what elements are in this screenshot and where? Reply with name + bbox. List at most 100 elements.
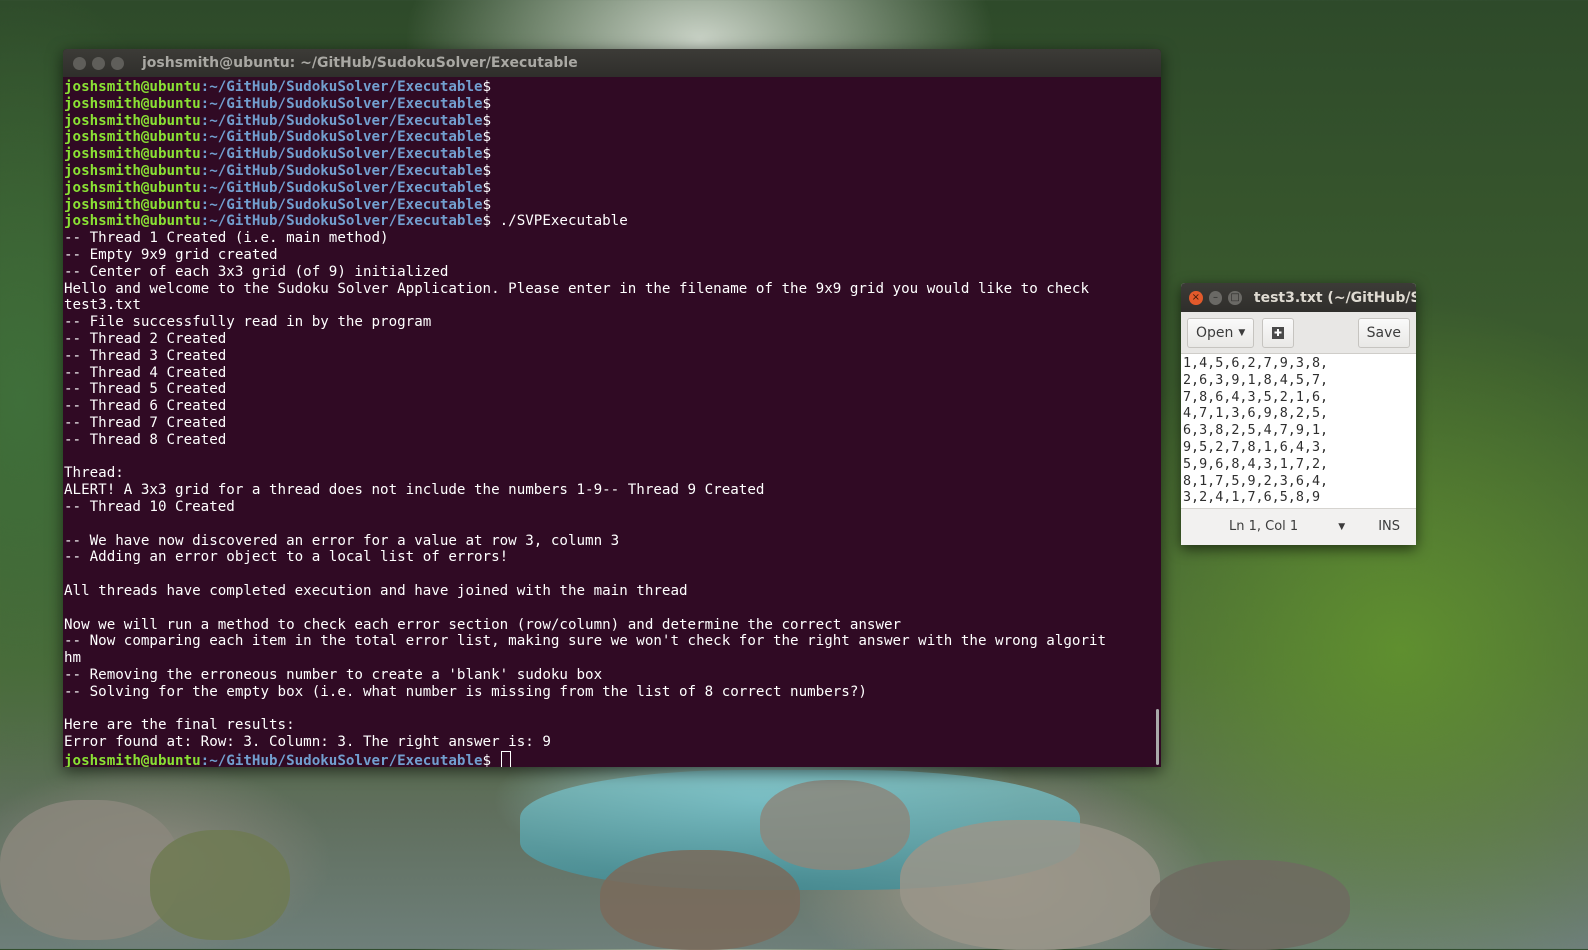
prompt-path: :~/GitHub/SudokuSolver/Executable [200,146,483,163]
terminal-output-line: -- We have now discovered an error for a… [64,532,620,549]
prompt-symbol: $ [482,752,492,767]
prompt-symbol: $ [482,112,492,129]
gedit-text-area[interactable]: 1,4,5,6,2,7,9,3,8, 2,6,3,9,1,8,4,5,7, 7,8,… [1181,354,1416,508]
text-line: 2,6,3,9,1,8,4,5,7, [1183,372,1329,388]
terminal-output-line: Error found at: Row: 3. Column: 3. The r… [64,734,551,751]
close-icon[interactable]: × [1189,290,1203,305]
chevron-down-icon[interactable]: ▼ [1338,522,1345,532]
terminal-output-line: Hello and welcome to the Sudoku Solver A… [64,280,1089,297]
prompt-user: joshsmith@ubuntu [64,79,201,95]
text-line: 1,4,5,6,2,7,9,3,8, [1183,356,1329,371]
terminal-prompt-line: joshsmith@ubuntu:~/GitHub/SudokuSolver/E… [64,163,1161,180]
prompt-path: :~/GitHub/SudokuSolver/Executable [200,79,483,95]
gedit-statusbar: Ln 1, Col 1 ▼ INS [1181,508,1416,544]
terminal-output-line: -- Solving for the empty box (i.e. what … [64,683,867,700]
gedit-titlebar[interactable]: × – □ test3.txt (~/GitHub/S [1181,283,1416,312]
gedit-title: test3.txt (~/GitHub/S [1253,289,1416,306]
text-line: 8,1,7,5,9,2,3,6,4, [1183,473,1329,489]
terminal-output-line: -- File successfully read in by the prog… [64,314,432,331]
terminal-prompt-line: joshsmith@ubuntu:~/GitHub/SudokuSolver/E… [64,197,1161,214]
terminal-prompt-line: joshsmith@ubuntu:~/GitHub/SudokuSolver/E… [64,96,1161,113]
insert-mode-status: INS [1378,519,1400,534]
terminal-output-line: Here are the final results: [64,717,295,734]
terminal-output-line: -- Thread 1 Created (i.e. main method) [64,230,389,247]
save-button[interactable]: Save [1357,317,1410,348]
terminal-prompt-line: joshsmith@ubuntu:~/GitHub/SudokuSolver/E… [64,750,1161,767]
text-line: 9,5,2,7,8,1,6,4,3, [1183,439,1329,455]
gedit-window[interactable]: × – □ test3.txt (~/GitHub/S Open ▼ Save … [1181,283,1416,545]
terminal-cursor[interactable] [500,750,511,767]
terminal-window[interactable]: joshsmith@ubuntu: ~/GitHub/SudokuSolver/… [63,49,1161,767]
terminal-prompt-line: joshsmith@ubuntu:~/GitHub/SudokuSolver/E… [64,113,1161,130]
prompt-path: :~/GitHub/SudokuSolver/Executable [200,112,483,129]
new-document-icon [1272,326,1285,339]
chevron-down-icon: ▼ [1238,327,1246,338]
terminal-command: ./SVPExecutable [491,213,628,230]
terminal-output-line: -- Thread 10 Created [64,498,235,515]
open-button-label: Open [1196,324,1234,341]
open-button[interactable]: Open ▼ [1187,317,1255,348]
prompt-symbol: $ [482,79,492,95]
text-line: 6,3,8,2,5,4,7,9,1, [1183,423,1329,439]
prompt-user: joshsmith@ubuntu [64,129,201,146]
maximize-icon[interactable] [111,56,124,70]
terminal-output[interactable]: joshsmith@ubuntu:~/GitHub/SudokuSolver/E… [63,77,1161,767]
terminal-prompt-line: joshsmith@ubuntu:~/GitHub/SudokuSolver/E… [64,79,1161,96]
terminal-prompt-line: joshsmith@ubuntu:~/GitHub/SudokuSolver/E… [64,129,1161,146]
terminal-scrollbar[interactable] [1156,709,1159,765]
prompt-symbol: $ [482,129,492,146]
terminal-prompt-line: joshsmith@ubuntu:~/GitHub/SudokuSolver/E… [64,213,1161,230]
maximize-icon[interactable]: □ [1228,290,1242,305]
prompt-symbol: $ [482,213,492,230]
cursor-position-status[interactable]: Ln 1, Col 1 [1229,519,1298,534]
prompt-user: joshsmith@ubuntu [64,162,201,179]
terminal-output-line: -- Empty 9x9 grid created [64,246,278,263]
prompt-path: :~/GitHub/SudokuSolver/Executable [200,752,483,767]
terminal-output-line: -- Thread 5 Created [64,381,227,398]
prompt-path: :~/GitHub/SudokuSolver/Executable [200,196,483,213]
terminal-output-line: Now we will run a method to check each e… [64,616,902,633]
prompt-symbol: $ [482,95,492,112]
terminal-output-line: -- Center of each 3x3 grid (of 9) initia… [64,263,449,280]
close-icon[interactable] [73,56,86,70]
prompt-user: joshsmith@ubuntu [64,179,201,196]
terminal-prompt-line: joshsmith@ubuntu:~/GitHub/SudokuSolver/E… [64,180,1161,197]
prompt-path: :~/GitHub/SudokuSolver/Executable [200,95,483,112]
terminal-output-line: ALERT! A 3x3 grid for a thread does not … [64,482,765,499]
prompt-path: :~/GitHub/SudokuSolver/Executable [200,162,483,179]
text-line: 5,9,6,8,4,3,1,7,2, [1183,456,1329,472]
terminal-output-line: test3.txt [64,297,141,314]
prompt-symbol: $ [482,162,492,179]
text-line: 4,7,1,3,6,9,8,2,5, [1183,406,1329,422]
text-line: 7,8,6,4,3,5,2,1,6, [1183,389,1329,405]
terminal-output-line: -- Thread 2 Created [64,330,227,347]
prompt-path: :~/GitHub/SudokuSolver/Executable [200,179,483,196]
prompt-symbol: $ [482,196,492,213]
prompt-user: joshsmith@ubuntu [64,112,201,129]
terminal-output-line: -- Thread 8 Created [64,431,227,448]
terminal-titlebar[interactable]: joshsmith@ubuntu: ~/GitHub/SudokuSolver/… [63,49,1161,77]
text-line: 3,2,4,1,7,6,5,8,9 [1183,490,1321,506]
prompt-user: joshsmith@ubuntu [64,146,201,163]
terminal-output-line: -- Now comparing each item in the total … [64,633,1107,650]
terminal-output-line: -- Removing the erroneous number to crea… [64,666,603,683]
gedit-toolbar: Open ▼ Save [1181,312,1416,354]
terminal-output-line: -- Adding an error object to a local lis… [64,549,509,566]
terminal-output-line: -- Thread 4 Created [64,364,227,381]
terminal-prompt-line: joshsmith@ubuntu:~/GitHub/SudokuSolver/E… [64,146,1161,163]
terminal-output-line: hm [64,650,82,667]
prompt-path: :~/GitHub/SudokuSolver/Executable [200,129,483,146]
terminal-title: joshsmith@ubuntu: ~/GitHub/SudokuSolver/… [142,55,578,71]
prompt-user: joshsmith@ubuntu [64,196,201,213]
prompt-user: joshsmith@ubuntu [64,752,201,767]
new-document-button[interactable] [1262,317,1295,348]
prompt-user: joshsmith@ubuntu [64,95,201,112]
minimize-icon[interactable]: – [1208,290,1223,305]
minimize-icon[interactable] [92,56,105,70]
terminal-output-line: All threads have completed execution and… [64,582,688,599]
